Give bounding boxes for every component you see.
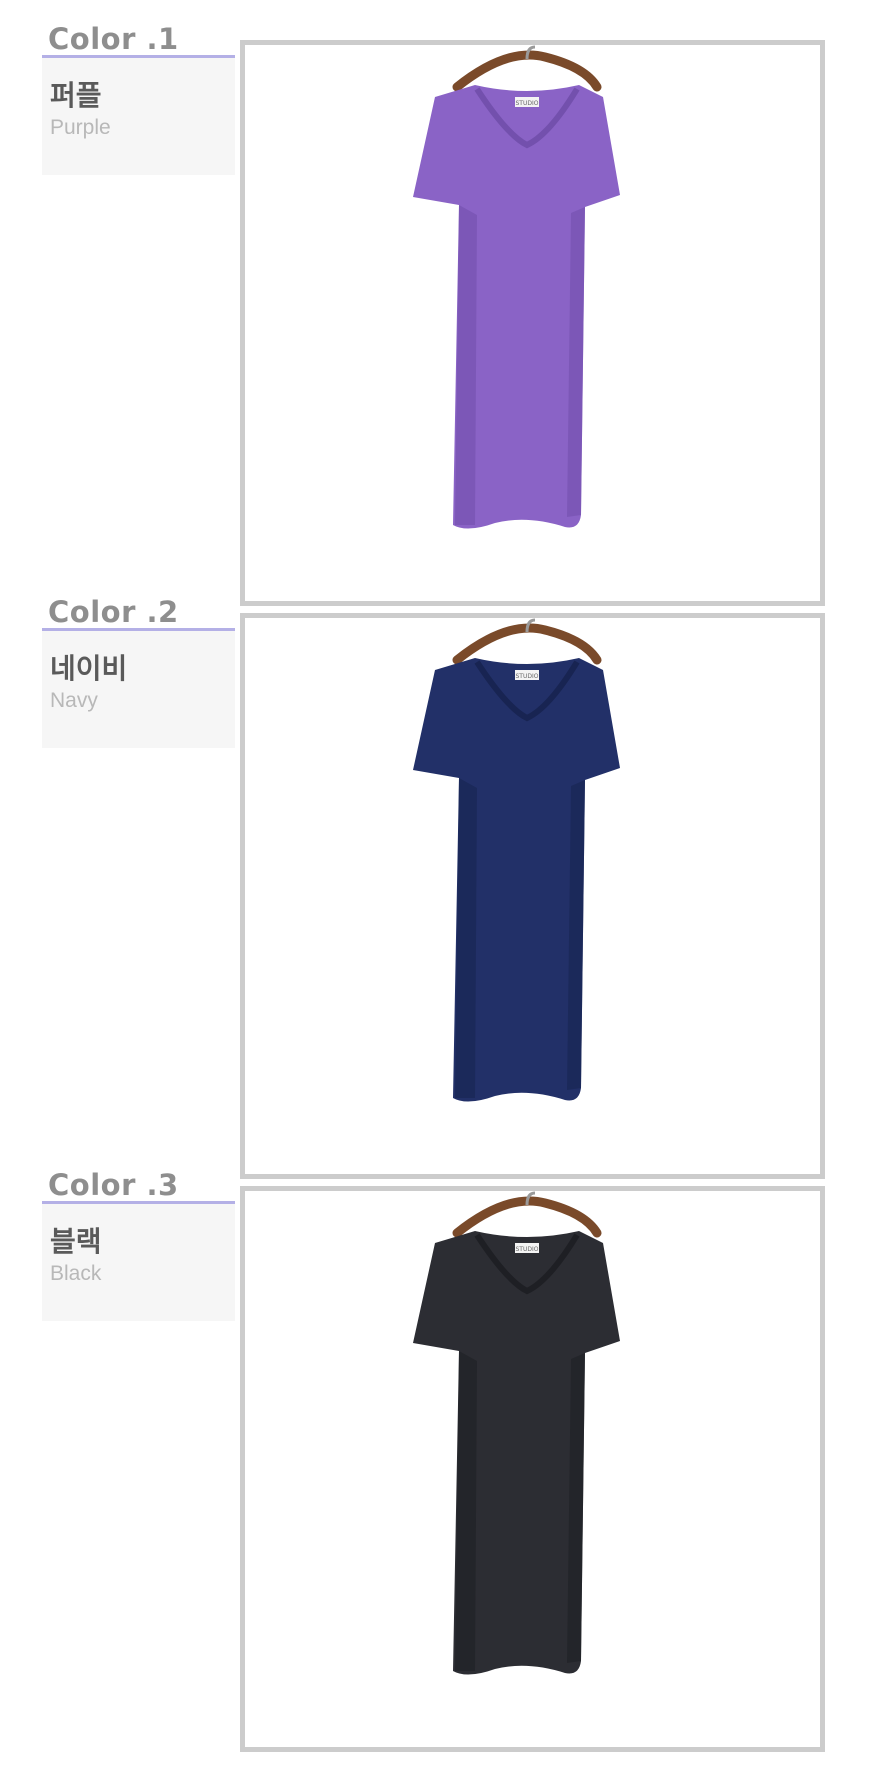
dress-photo: STUDIO [413,1191,620,1675]
color-name-english: Navy [50,689,98,712]
color-name-box: 퍼플 Purple [42,58,235,175]
color-name-box: 블랙 Black [42,1204,235,1321]
color-name-korean: 네이비 [50,652,128,685]
dress-photo: STUDIO [413,618,620,1102]
color-option-3: Color .3 블랙 Black STUDIO [0,1166,870,1752]
label-tag: STUDIO [515,1243,539,1253]
color-option-1: Color .1 퍼플 Purple STUDIO [0,20,870,606]
color-option-2: Color .2 네이비 Navy STUDIO [0,593,870,1179]
color-number-heading: Color .3 [48,1168,179,1202]
color-number-heading: Color .2 [48,595,179,629]
color-name-english: Purple [50,116,111,139]
svg-text:STUDIO: STUDIO [516,673,539,680]
hanger-icon [452,618,602,665]
product-photo-frame: STUDIO [240,40,825,606]
svg-text:STUDIO: STUDIO [516,100,539,107]
svg-text:STUDIO: STUDIO [516,1246,539,1253]
dress-photo: STUDIO [413,45,620,529]
color-name-korean: 퍼플 [50,79,102,112]
color-number-heading: Color .1 [48,22,179,56]
hanger-icon [452,45,602,92]
dress-body [413,658,620,1102]
label-tag: STUDIO [515,670,539,680]
color-name-box: 네이비 Navy [42,631,235,748]
dress-body [413,1231,620,1675]
product-photo-frame: STUDIO [240,613,825,1179]
dress-illustration: STUDIO [413,45,620,529]
product-photo-frame: STUDIO [240,1186,825,1752]
dress-illustration: STUDIO [413,1191,620,1675]
color-name-english: Black [50,1262,102,1285]
color-name-korean: 블랙 [50,1225,102,1258]
dress-body [413,85,620,529]
label-tag: STUDIO [515,97,539,107]
hanger-icon [452,1191,602,1238]
dress-illustration: STUDIO [413,618,620,1102]
